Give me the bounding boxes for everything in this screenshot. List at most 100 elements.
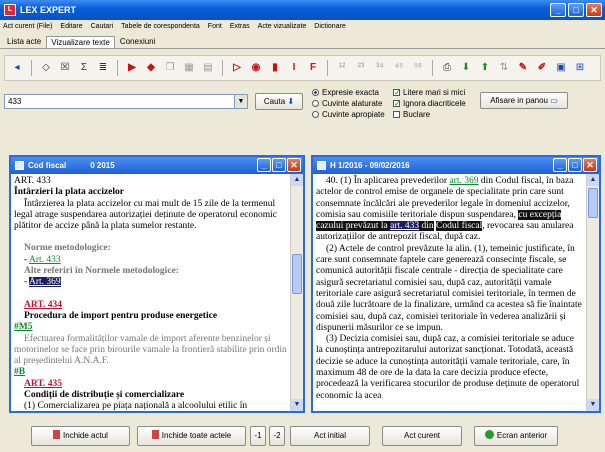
check-buclare[interactable]: Buclare bbox=[393, 109, 466, 120]
stop-icon[interactable]: ◉ bbox=[248, 60, 264, 76]
option-cuvinte-alaturate[interactable]: Cuvinte alaturate bbox=[312, 98, 385, 109]
close-button[interactable]: ✕ bbox=[586, 3, 602, 17]
article-number[interactable]: ART. 435 bbox=[14, 379, 287, 390]
search-area: 433 ▼ Cauta ⬇ Expresie exacta Cuvinte al… bbox=[0, 86, 605, 136]
option-cuvinte-apropiate[interactable]: Cuvinte apropiate bbox=[312, 109, 385, 120]
split-view-icon[interactable]: ⊞ bbox=[572, 60, 588, 76]
link-art-433[interactable]: art. 433 bbox=[390, 221, 420, 232]
back-2-button[interactable]: -2 bbox=[269, 426, 285, 446]
check-litere-mari[interactable]: Litere mari si mici bbox=[393, 87, 466, 98]
tab-vizualizare-texte[interactable]: Vizualizare texte bbox=[46, 36, 115, 48]
print-icon[interactable]: ⎙ bbox=[439, 60, 455, 76]
link-art-369[interactable]: art. 369 bbox=[449, 176, 478, 186]
option-label: Cuvinte alaturate bbox=[322, 99, 383, 108]
grid-icon[interactable]: ▦ bbox=[181, 60, 197, 76]
article-text: Întârzierea la plata accizelor cu mai mu… bbox=[14, 198, 277, 232]
check-label: Litere mari si mici bbox=[403, 88, 466, 97]
menu-act-curent[interactable]: Act curent (File) bbox=[3, 23, 52, 30]
superscript-2-icon[interactable]: ²³ bbox=[353, 60, 369, 76]
eraser-icon[interactable]: ◇ bbox=[38, 60, 54, 76]
pane-close-button[interactable]: ✕ bbox=[287, 158, 301, 172]
paragraph-1: 40. (1) În aplicarea prevederilor art. 3… bbox=[316, 176, 583, 244]
right-pane-scrollbar[interactable]: ▲ ▼ bbox=[586, 174, 599, 411]
left-pane-text[interactable]: ART. 433 Întârzieri la plata accizelor Î… bbox=[11, 174, 290, 411]
tab-conexiuni[interactable]: Conexiuni bbox=[115, 35, 161, 48]
navigate-icon[interactable]: ▶ bbox=[124, 60, 140, 76]
maximize-button[interactable]: □ bbox=[568, 3, 584, 17]
menu-font[interactable]: Font bbox=[208, 23, 222, 30]
superscript-5-icon[interactable]: ⁵⁶ bbox=[410, 60, 426, 76]
menu-acte-vizualizate[interactable]: Acte vizualizate bbox=[258, 23, 307, 30]
upload-icon[interactable]: ⬆ bbox=[477, 60, 493, 76]
link-art-433[interactable]: Art. 433 bbox=[29, 255, 61, 265]
menu-cautari[interactable]: Cautari bbox=[91, 23, 114, 30]
scroll-down-icon[interactable]: ▼ bbox=[587, 399, 599, 411]
search-flags: Litere mari si mici Ignora diacriticele … bbox=[393, 87, 466, 120]
pane-minimize-button[interactable]: _ bbox=[553, 158, 567, 172]
chevron-down-icon[interactable]: ▼ bbox=[234, 95, 247, 108]
format-icon[interactable]: ≣ bbox=[95, 60, 111, 76]
article-number[interactable]: ART. 434 bbox=[14, 300, 287, 311]
menu-editare[interactable]: Editare bbox=[60, 23, 82, 30]
afisare-panou-button[interactable]: Afisare in panou ▭ bbox=[480, 92, 568, 109]
tab-lista-acte[interactable]: Lista acte bbox=[2, 35, 46, 48]
scroll-up-icon[interactable]: ▲ bbox=[291, 174, 303, 186]
close-act-button[interactable]: Inchide actul bbox=[31, 426, 130, 446]
search-value: 433 bbox=[8, 97, 22, 106]
minimize-button[interactable]: _ bbox=[550, 3, 566, 17]
expand-icon[interactable]: ⇅ bbox=[496, 60, 512, 76]
back-1-button[interactable]: -1 bbox=[250, 426, 266, 446]
documents-icon bbox=[151, 430, 159, 439]
search-input[interactable]: 433 ▼ bbox=[4, 94, 248, 109]
right-pane-text[interactable]: 40. (1) În aplicarea prevederilor art. 3… bbox=[313, 174, 586, 411]
pen-icon[interactable]: ✎ bbox=[515, 60, 531, 76]
copy-icon[interactable]: ❐ bbox=[162, 60, 178, 76]
download-icon[interactable]: ⬇ bbox=[458, 60, 474, 76]
scroll-thumb[interactable] bbox=[588, 188, 598, 218]
window-title: LEX EXPERT bbox=[20, 5, 77, 15]
left-pane-scrollbar[interactable]: ▲ ▼ bbox=[290, 174, 303, 411]
act-initial-button[interactable]: Act initial bbox=[290, 426, 370, 446]
scroll-up-icon[interactable]: ▲ bbox=[587, 174, 599, 186]
jump-icon[interactable]: ▷ bbox=[229, 60, 245, 76]
base-tag[interactable]: #B bbox=[14, 367, 287, 378]
menu-extras[interactable]: Extras bbox=[230, 23, 250, 30]
scroll-thumb[interactable] bbox=[292, 254, 302, 294]
window-icon[interactable]: ▣ bbox=[553, 60, 569, 76]
font-icon[interactable]: F bbox=[305, 60, 321, 76]
ecran-anterior-button[interactable]: Ecran anterior bbox=[474, 426, 558, 446]
superscript-3-icon[interactable]: ³⁴ bbox=[372, 60, 388, 76]
right-pane-titlebar: H 1/2016 - 09/02/2016 _ □ ✕ bbox=[313, 157, 599, 174]
article-text: Efectuarea formalităților vamale de impo… bbox=[14, 333, 287, 367]
button-label: Inchide actul bbox=[63, 431, 108, 440]
table-icon[interactable]: ▤ bbox=[200, 60, 216, 76]
menu-dictionare[interactable]: Dictionare bbox=[314, 23, 346, 30]
check-label: Ignora diacriticele bbox=[403, 99, 466, 108]
check-ignora-diacritice[interactable]: Ignora diacriticele bbox=[393, 98, 466, 109]
pane-minimize-button[interactable]: _ bbox=[257, 158, 271, 172]
link-icon[interactable]: ◆ bbox=[143, 60, 159, 76]
menu-tabele[interactable]: Tabele de corespondenta bbox=[121, 23, 200, 30]
book-icon[interactable]: ▮ bbox=[267, 60, 283, 76]
option-expresie-exacta[interactable]: Expresie exacta bbox=[312, 87, 385, 98]
title-bar: L LEX EXPERT _ □ ✕ bbox=[0, 0, 605, 20]
pane-maximize-button[interactable]: □ bbox=[568, 158, 582, 172]
act-curent-button[interactable]: Act curent bbox=[382, 426, 462, 446]
back-arrow-icon[interactable]: ◂ bbox=[9, 60, 25, 76]
sum-icon[interactable]: Σ bbox=[76, 60, 92, 76]
modification-tag[interactable]: #M5 bbox=[14, 322, 287, 333]
toolbar-separator bbox=[432, 60, 433, 76]
link-art-369[interactable]: Art. 369 bbox=[29, 277, 61, 288]
italic-icon[interactable]: I bbox=[286, 60, 302, 76]
pane-close-button[interactable]: ✕ bbox=[583, 158, 597, 172]
superscript-4-icon[interactable]: ⁴⁵ bbox=[391, 60, 407, 76]
superscript-1-icon[interactable]: ¹² bbox=[334, 60, 350, 76]
marker-icon[interactable]: ✐ bbox=[534, 60, 550, 76]
close-all-acts-button[interactable]: Inchide toate actele bbox=[137, 426, 246, 446]
search-button[interactable]: Cauta ⬇ bbox=[255, 93, 303, 110]
left-pane-meta: 0 2015 bbox=[90, 161, 115, 170]
scroll-down-icon[interactable]: ▼ bbox=[291, 399, 303, 411]
alte-referiri-label: Alte referiri în Normele metodologice: bbox=[24, 266, 179, 277]
clear-icon[interactable]: ☒ bbox=[57, 60, 73, 76]
pane-maximize-button[interactable]: □ bbox=[272, 158, 286, 172]
